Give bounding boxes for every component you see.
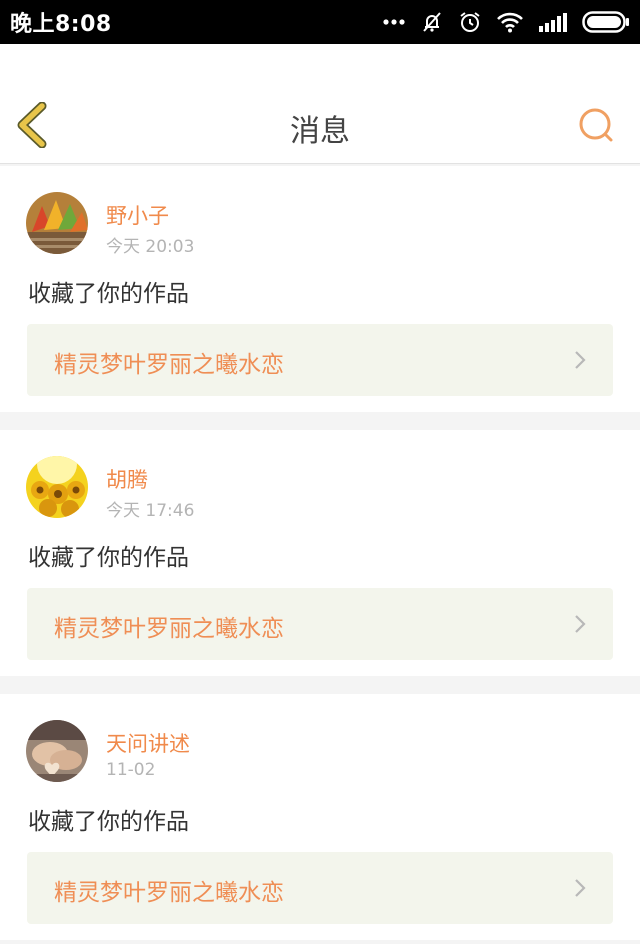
avatar[interactable] [26, 456, 88, 518]
work-title: 精灵梦叶罗丽之曦水恋 [54, 616, 284, 642]
more-dots-icon [382, 18, 406, 26]
status-bar: 晚上8:08 [0, 0, 640, 44]
work-title: 精灵梦叶罗丽之曦水恋 [54, 352, 284, 378]
message-card: 天问讲述 11-02 收藏了你的作品 精灵梦叶罗丽之曦水恋 [0, 694, 640, 940]
avatar-sunflowers-image [26, 456, 88, 518]
app-bar: 消息 [0, 44, 640, 164]
status-time: 晚上8:08 [10, 12, 112, 37]
wifi-icon [496, 11, 524, 33]
search-button[interactable] [576, 106, 616, 146]
chevron-right-icon [575, 351, 586, 369]
page-title: 消息 [290, 114, 350, 149]
bell-muted-icon [420, 10, 444, 34]
search-icon [579, 108, 613, 142]
alarm-icon [458, 10, 482, 34]
status-icons [382, 10, 630, 34]
action-text: 收藏了你的作品 [28, 809, 189, 835]
work-title: 精灵梦叶罗丽之曦水恋 [54, 880, 284, 906]
signal-icon [538, 12, 568, 32]
work-link[interactable]: 精灵梦叶罗丽之曦水恋 [27, 324, 613, 396]
work-link[interactable]: 精灵梦叶罗丽之曦水恋 [27, 852, 613, 924]
message-time: 今天 17:46 [106, 501, 195, 521]
avatar-autumn-leaves-image [26, 192, 88, 254]
chevron-right-icon [575, 879, 586, 897]
avatar-hands-heart-image [26, 720, 88, 782]
message-time: 11-02 [106, 760, 156, 780]
user-name[interactable]: 天问讲述 [106, 728, 190, 758]
chevron-right-icon [575, 615, 586, 633]
avatar[interactable] [26, 192, 88, 254]
message-card: 野小子 今天 20:03 收藏了你的作品 精灵梦叶罗丽之曦水恋 [0, 166, 640, 412]
action-text: 收藏了你的作品 [28, 545, 189, 571]
message-card: 胡腾 今天 17:46 收藏了你的作品 精灵梦叶罗丽之曦水恋 [0, 430, 640, 676]
user-name[interactable]: 野小子 [106, 200, 169, 230]
battery-icon [582, 11, 630, 33]
message-time: 今天 20:03 [106, 237, 195, 257]
user-name[interactable]: 胡腾 [106, 464, 148, 494]
work-link[interactable]: 精灵梦叶罗丽之曦水恋 [27, 588, 613, 660]
avatar[interactable] [26, 720, 88, 782]
action-text: 收藏了你的作品 [28, 281, 189, 307]
